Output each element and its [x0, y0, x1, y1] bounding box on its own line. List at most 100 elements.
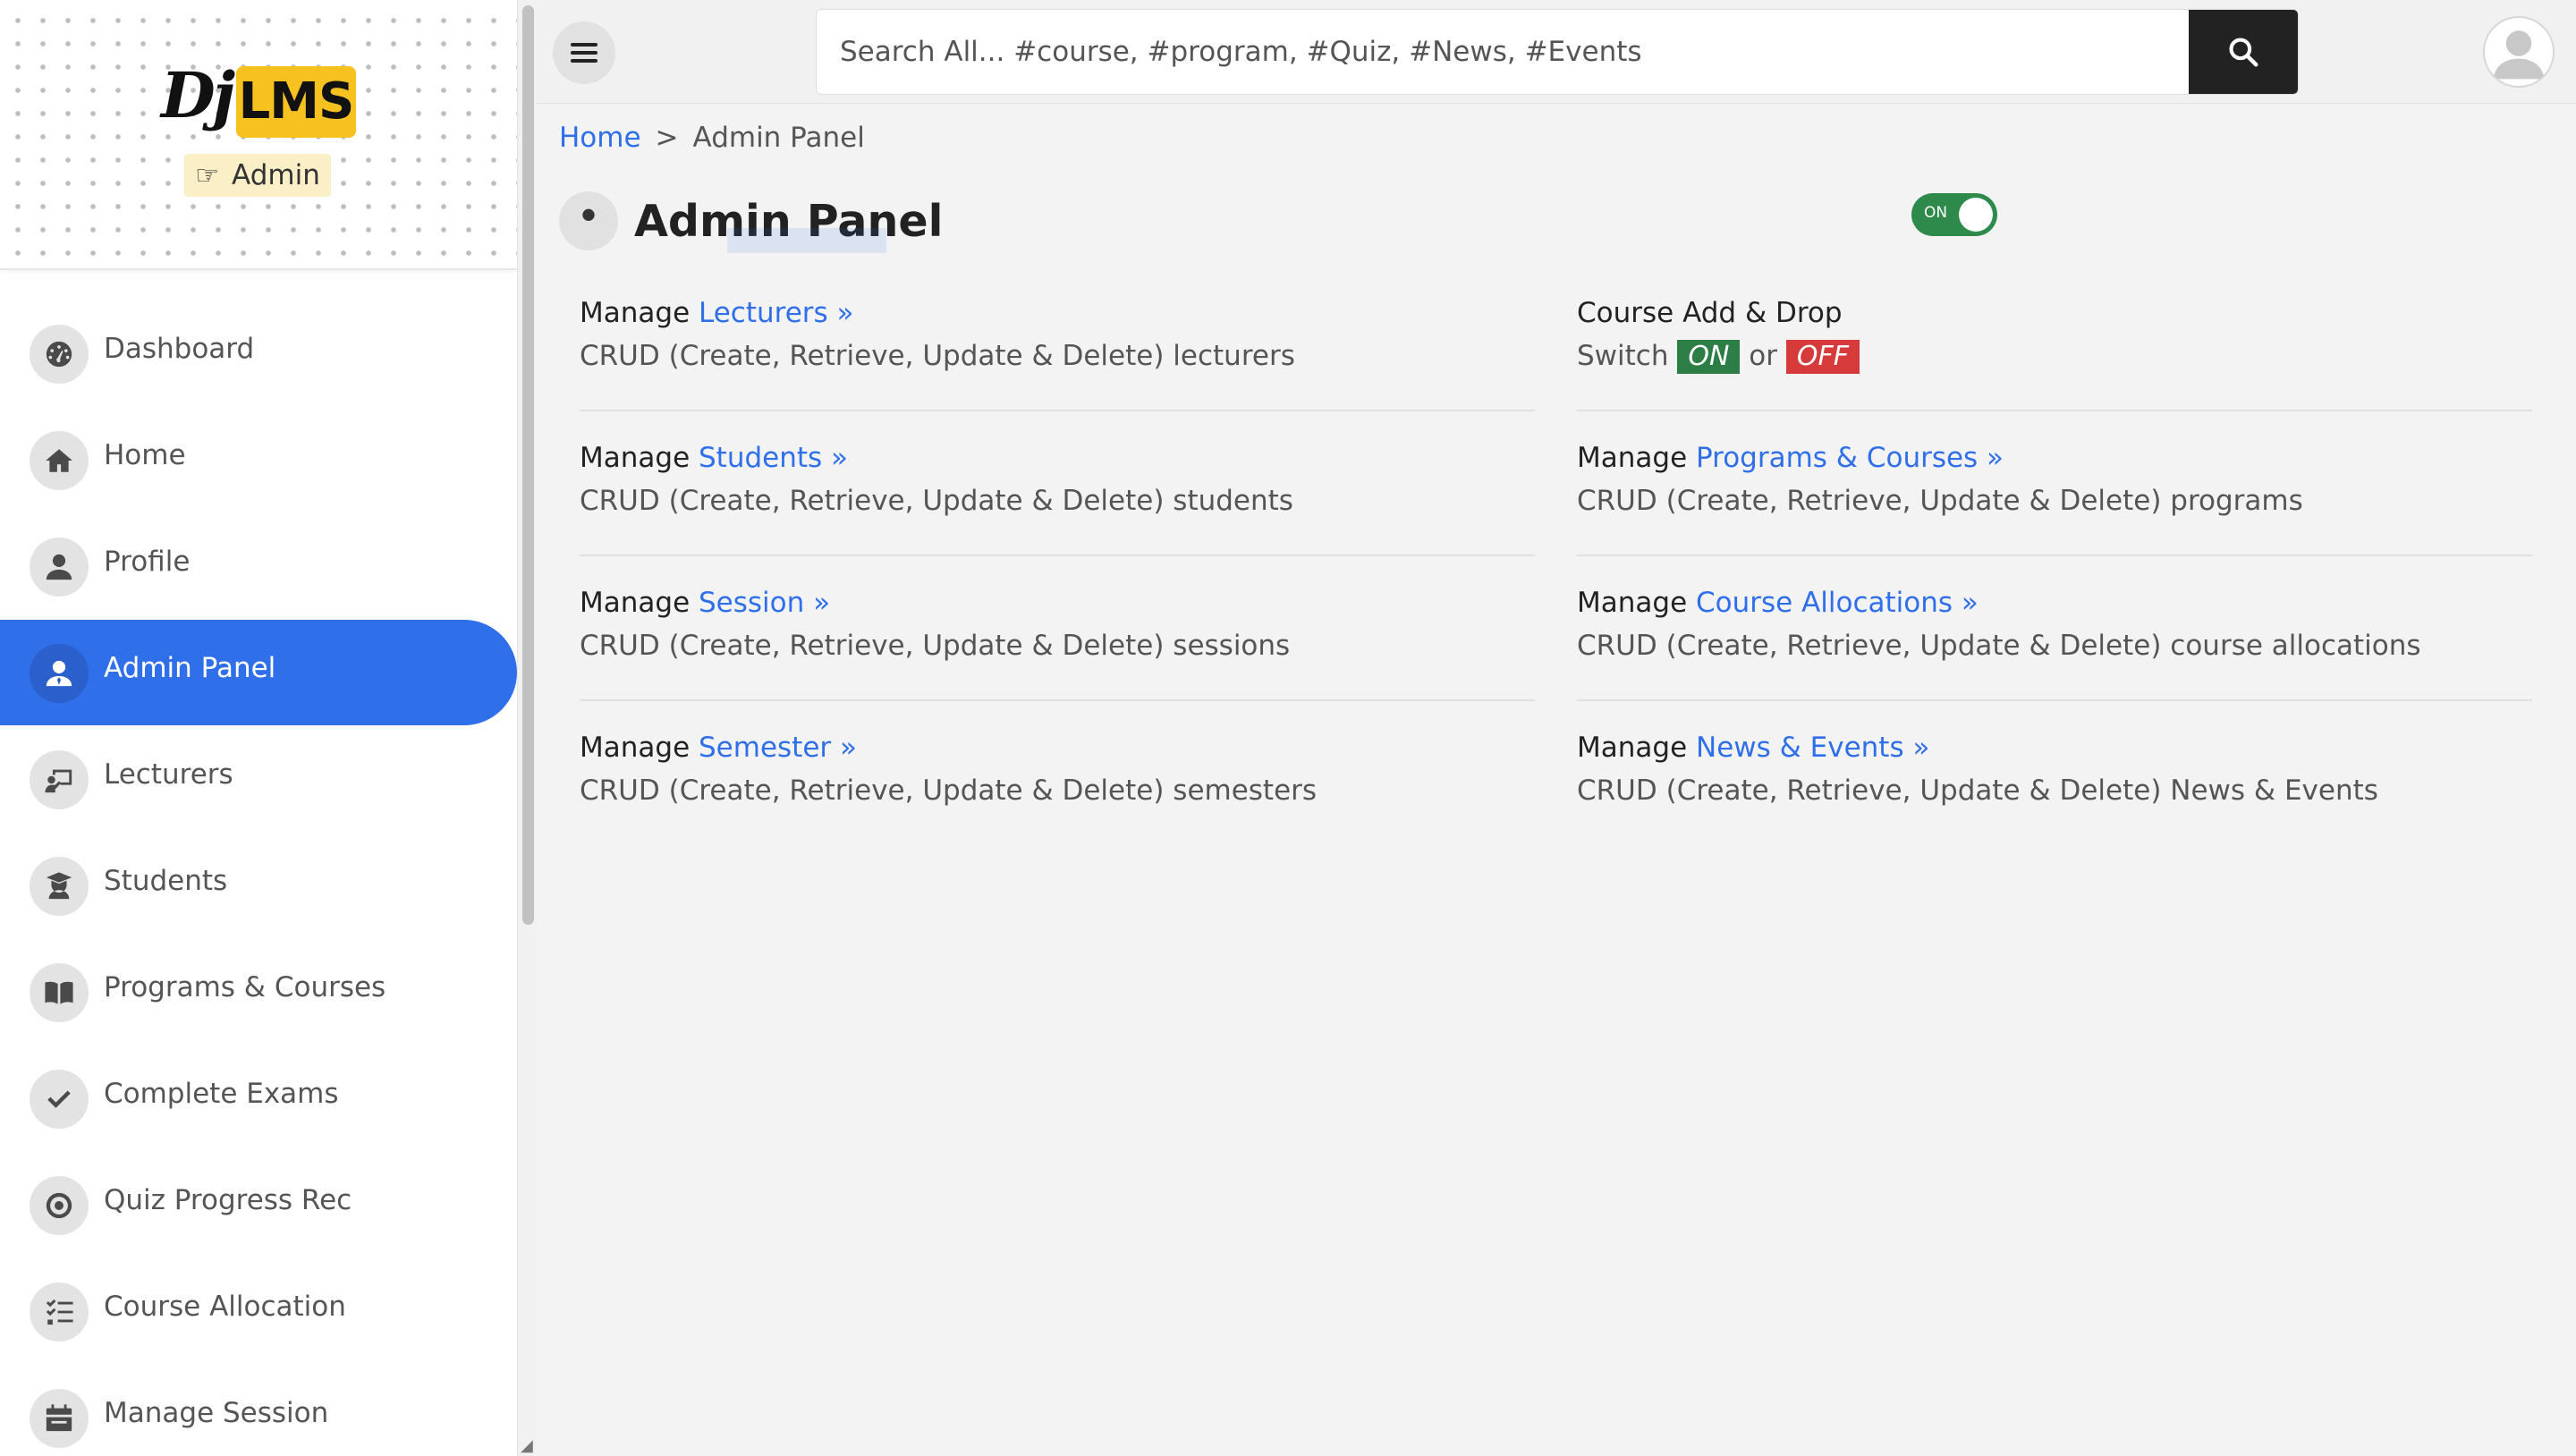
sidebar-item-label: Quiz Progress Rec: [104, 1184, 352, 1216]
sidebar-item-label: Students: [104, 865, 228, 897]
breadcrumb-home-link[interactable]: Home: [559, 122, 641, 154]
role-badge: ☞ Admin: [184, 154, 331, 197]
card-title: Course Add & Drop: [1577, 297, 1843, 329]
logo-lms-badge: LMS: [236, 66, 356, 138]
on-tag: ON: [1677, 340, 1741, 374]
card-title-prefix: Manage: [1577, 442, 1688, 474]
card-manage-session: Manage Session » CRUD (Create, Retrieve,…: [580, 587, 1535, 701]
manage-allocations-link[interactable]: Course Allocations »: [1696, 587, 1979, 619]
manage-programs-link[interactable]: Programs & Courses »: [1696, 442, 2004, 474]
sidebar-nav: Dashboard Home Profile Admin Panel Lectu…: [0, 301, 517, 1456]
dashboard-icon: [30, 325, 89, 384]
scrollbar-thumb[interactable]: [522, 5, 534, 925]
card-title: Manage Course Allocations »: [1577, 587, 2532, 619]
resize-handle-icon: ◢: [521, 1436, 533, 1455]
sidebar-scrollbar[interactable]: [517, 0, 537, 1456]
hamburger-icon: [571, 43, 597, 63]
avatar[interactable]: [2483, 16, 2555, 88]
sidebar: Dj LMS ☞ Admin Dashboard Home Profile Ad…: [0, 0, 517, 1456]
sidebar-item-label: Admin Panel: [104, 652, 276, 684]
search-bar: [816, 9, 2299, 95]
sidebar-item-manage-session[interactable]: Manage Session: [0, 1365, 517, 1456]
title-highlight: [727, 228, 886, 253]
sidebar-item-programs-courses[interactable]: Programs & Courses: [0, 939, 517, 1045]
card-manage-semester: Manage Semester » CRUD (Create, Retrieve…: [580, 732, 1535, 821]
sidebar-item-label: Profile: [104, 546, 191, 578]
card-manage-allocations: Manage Course Allocations » CRUD (Create…: [1577, 587, 2532, 701]
manage-students-link[interactable]: Students »: [699, 442, 848, 474]
switch-label: Switch: [1577, 340, 1669, 372]
home-icon: [30, 431, 89, 490]
card-description: Switch ON or OFF: [1577, 340, 2532, 374]
manage-semester-link[interactable]: Semester »: [699, 732, 857, 764]
card-description: CRUD (Create, Retrieve, Update & Delete)…: [1577, 630, 2421, 662]
card-title: Manage Semester »: [580, 732, 1535, 764]
pointing-hand-icon: ☞: [195, 159, 220, 191]
card-title: Manage Lecturers »: [580, 297, 1535, 329]
role-label: Admin: [232, 159, 320, 191]
user-avatar-icon: [2493, 30, 2545, 80]
sidebar-item-label: Home: [104, 439, 186, 471]
toggle-state-label: ON: [1924, 204, 1948, 222]
add-drop-toggle[interactable]: ON: [1911, 193, 1997, 236]
card-description: CRUD (Create, Retrieve, Update & Delete)…: [580, 485, 1293, 517]
sidebar-item-dashboard[interactable]: Dashboard: [0, 301, 517, 406]
card-title-prefix: Manage: [580, 732, 691, 764]
sidebar-item-label: Complete Exams: [104, 1078, 339, 1110]
card-title-prefix: Manage: [580, 587, 691, 619]
sidebar-item-label: Manage Session: [104, 1397, 329, 1429]
logo-area: Dj LMS ☞ Admin: [0, 0, 517, 270]
card-manage-lecturers: Manage Lecturers » CRUD (Create, Retriev…: [580, 297, 1535, 411]
card-description: CRUD (Create, Retrieve, Update & Delete)…: [1577, 775, 2378, 807]
card-title-prefix: Manage: [580, 442, 691, 474]
sidebar-item-quiz-progress[interactable]: Quiz Progress Rec: [0, 1152, 517, 1257]
sidebar-item-students[interactable]: Students: [0, 833, 517, 938]
manage-session-link[interactable]: Session »: [699, 587, 830, 619]
sidebar-item-home[interactable]: Home: [0, 407, 517, 512]
sidebar-item-label: Lecturers: [104, 758, 233, 791]
user-icon: [30, 538, 89, 597]
card-manage-programs: Manage Programs & Courses » CRUD (Create…: [1577, 442, 2532, 556]
sidebar-item-admin-panel[interactable]: Admin Panel: [0, 620, 517, 725]
sidebar-item-course-allocation[interactable]: Course Allocation: [0, 1258, 517, 1364]
off-tag: OFF: [1785, 340, 1860, 374]
breadcrumb: Home > Admin Panel: [559, 122, 865, 154]
card-description: CRUD (Create, Retrieve, Update & Delete)…: [580, 630, 1291, 662]
card-description: CRUD (Create, Retrieve, Update & Delete)…: [580, 775, 1318, 807]
card-title-prefix: Manage: [1577, 732, 1688, 764]
tasks-icon: [30, 1282, 89, 1342]
sidebar-item-label: Course Allocation: [104, 1291, 346, 1323]
card-title: Manage Session »: [580, 587, 1535, 619]
calendar-icon: [30, 1389, 89, 1448]
card-manage-news: Manage News & Events » CRUD (Create, Ret…: [1577, 732, 2532, 821]
toggle-knob: [1959, 198, 1993, 232]
breadcrumb-current: Admin Panel: [692, 122, 865, 154]
search-button[interactable]: [2189, 10, 2298, 94]
card-description: CRUD (Create, Retrieve, Update & Delete)…: [1577, 485, 2303, 517]
sidebar-item-complete-exams[interactable]: Complete Exams: [0, 1045, 517, 1151]
admin-user-icon: [30, 644, 89, 703]
card-title: Manage Students »: [580, 442, 1535, 474]
manage-news-link[interactable]: News & Events »: [1696, 732, 1929, 764]
card-course-add-drop: Course Add & Drop Switch ON or OFF: [1577, 297, 2532, 411]
topbar: [537, 0, 2576, 104]
chalkboard-teacher-icon: [30, 750, 89, 809]
sidebar-item-label: Dashboard: [104, 333, 255, 365]
breadcrumb-separator: >: [655, 122, 679, 154]
manage-lecturers-link[interactable]: Lecturers »: [699, 297, 854, 329]
card-title-prefix: Manage: [580, 297, 691, 329]
card-description: CRUD (Create, Retrieve, Update & Delete)…: [580, 340, 1295, 372]
card-manage-students: Manage Students » CRUD (Create, Retrieve…: [580, 442, 1535, 556]
card-title-prefix: Manage: [1577, 587, 1688, 619]
app-window: Dj LMS ☞ Admin Dashboard Home Profile Ad…: [0, 0, 2576, 1456]
record-icon: [30, 1176, 89, 1235]
or-label: or: [1749, 340, 1777, 372]
search-input[interactable]: [817, 10, 2189, 94]
sidebar-item-lecturers[interactable]: Lecturers: [0, 726, 517, 832]
sidebar-item-profile[interactable]: Profile: [0, 513, 517, 619]
menu-toggle-button[interactable]: [553, 21, 615, 84]
card-title: Manage News & Events »: [1577, 732, 2532, 764]
check-icon: [30, 1070, 89, 1129]
sidebar-item-label: Programs & Courses: [104, 971, 386, 1003]
logo-dj-text: Dj: [161, 58, 235, 132]
